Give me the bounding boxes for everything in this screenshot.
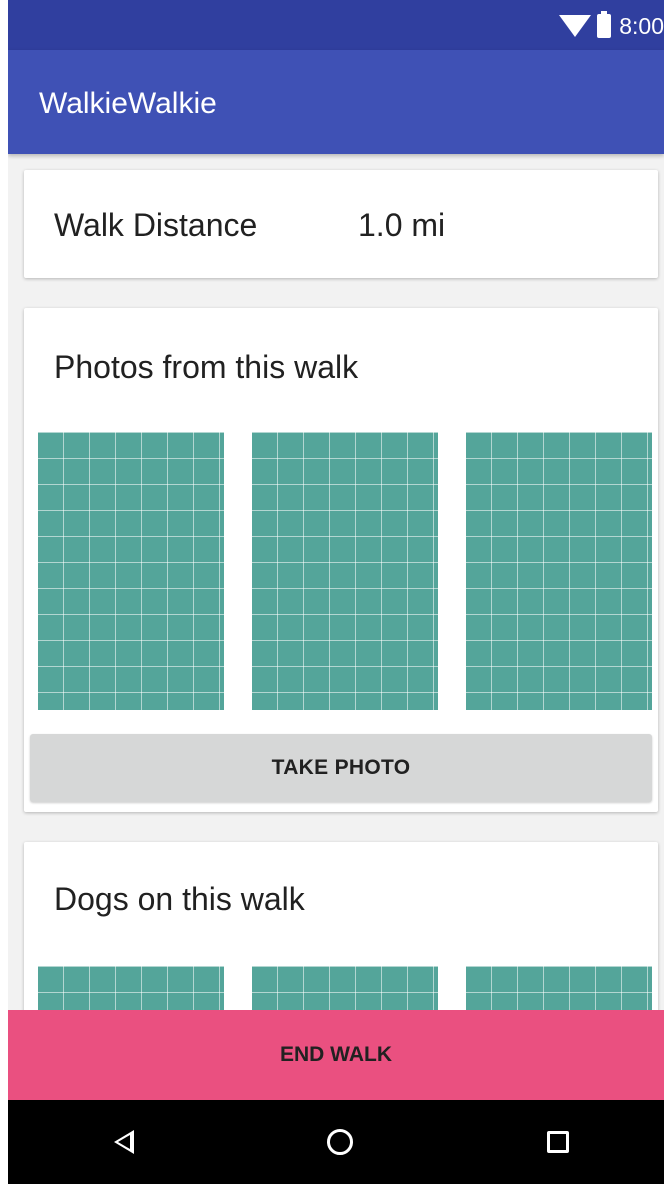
photo-thumbnail[interactable]: [466, 432, 652, 710]
status-bar: 8:00: [8, 0, 664, 50]
distance-value: 1.0 mi: [358, 207, 446, 243]
photos-heading: Photos from this walk: [54, 349, 359, 385]
distance-card: Walk Distance 1.0 mi: [24, 170, 658, 278]
nav-recents-button[interactable]: [536, 1120, 580, 1164]
end-walk-button[interactable]: END WALK: [8, 1010, 664, 1100]
dogs-heading: Dogs on this walk: [54, 881, 305, 917]
photos-card: Photos from this walk TAKE PHOTO: [24, 308, 658, 812]
back-icon: [114, 1130, 134, 1154]
distance-label: Walk Distance: [54, 207, 258, 243]
nav-back-button[interactable]: [102, 1120, 146, 1164]
app-title: WalkieWalkie: [39, 87, 217, 120]
photo-thumbnail[interactable]: [252, 432, 438, 710]
phone-screen: 8:00 WalkieWalkie Walk Distance 1.0 mi P…: [8, 0, 664, 1184]
home-icon: [327, 1129, 353, 1155]
nav-home-button[interactable]: [318, 1120, 362, 1164]
recents-icon: [547, 1131, 569, 1153]
photo-thumbnail[interactable]: [38, 432, 224, 710]
status-icons: 8:00: [559, 10, 664, 42]
navigation-bar: [8, 1100, 664, 1184]
status-clock: 8:00: [619, 13, 664, 39]
wifi-icon: [559, 15, 592, 37]
battery-icon: [597, 11, 612, 38]
take-photo-button[interactable]: TAKE PHOTO: [30, 734, 652, 802]
app-bar: WalkieWalkie: [8, 50, 664, 154]
